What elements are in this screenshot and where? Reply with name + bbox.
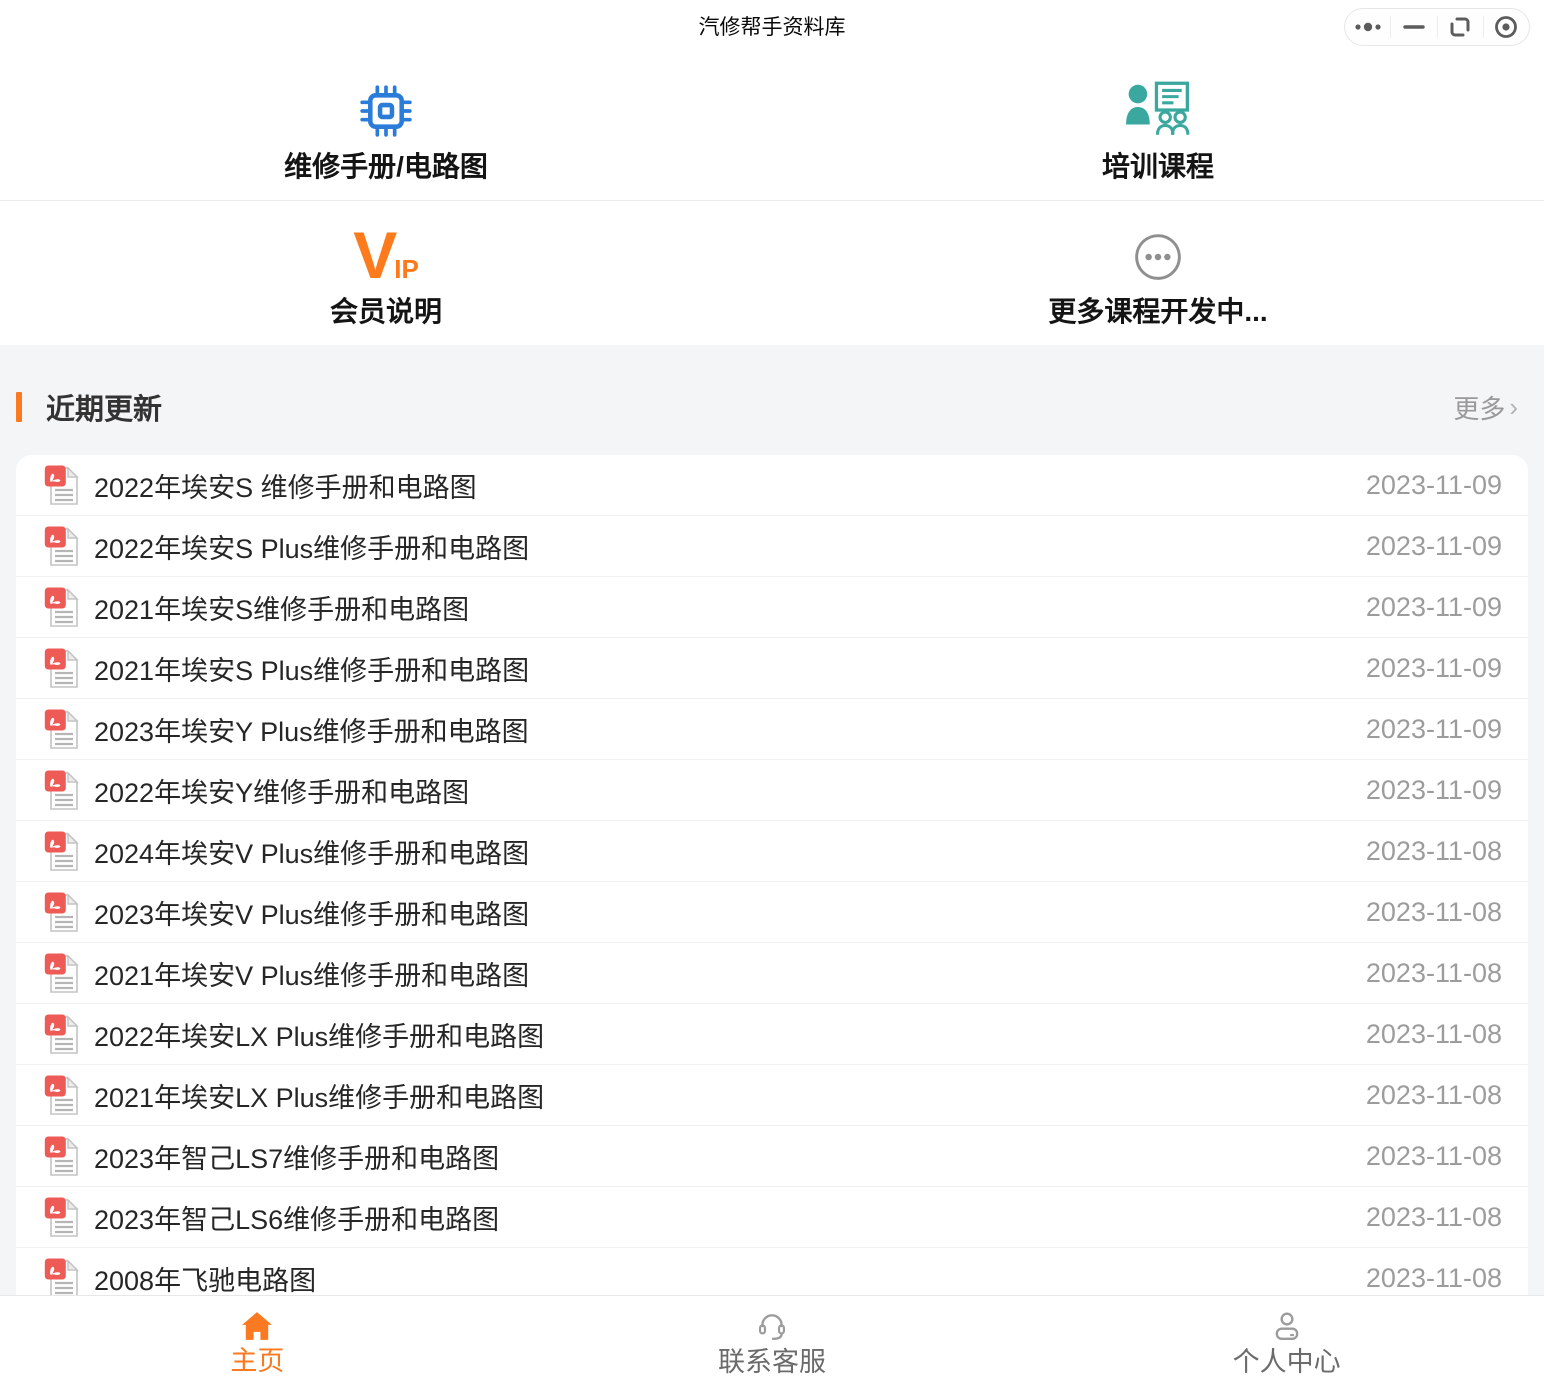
pdf-file-icon: [44, 1257, 80, 1299]
tab-profile[interactable]: 个人中心: [1029, 1296, 1544, 1390]
list-item[interactable]: 2021年埃安V Plus维修手册和电路图 2023-11-08: [16, 943, 1528, 1004]
list-item-date: 2023-11-08: [1366, 836, 1502, 867]
grid-item-training-courses[interactable]: 培训课程: [772, 55, 1544, 200]
pdf-file-icon: [44, 647, 80, 689]
close-button[interactable]: [1484, 9, 1529, 45]
pdf-file-icon: [44, 525, 80, 567]
section-title: 近期更新: [46, 386, 162, 428]
ellipsis-dots-icon: [1351, 14, 1385, 40]
tab-home[interactable]: 主页: [0, 1296, 515, 1390]
list-item[interactable]: 2021年埃安S维修手册和电路图 2023-11-09: [16, 577, 1528, 638]
list-item-title: 2022年埃安S Plus维修手册和电路图: [94, 527, 529, 566]
pdf-file-icon: [44, 464, 80, 506]
circle-dot-icon: [1492, 13, 1520, 41]
tab-label: 主页: [230, 1348, 284, 1375]
list-item-title: 2021年埃安LX Plus维修手册和电路图: [94, 1076, 544, 1115]
vip-icon: VIP: [353, 229, 419, 282]
list-item-title: 2008年飞驰电路图: [94, 1259, 316, 1298]
list-item[interactable]: 2023年智己LS7维修手册和电路图 2023-11-08: [16, 1126, 1528, 1187]
list-item[interactable]: 2023年埃安Y Plus维修手册和电路图 2023-11-09: [16, 699, 1528, 760]
restore-button[interactable]: [1438, 9, 1483, 45]
list-item-title: 2021年埃安S维修手册和电路图: [94, 588, 469, 627]
list-item-title: 2021年埃安V Plus维修手册和电路图: [94, 954, 529, 993]
list-item-title: 2023年埃安V Plus维修手册和电路图: [94, 893, 529, 932]
restore-corners-icon: [1447, 14, 1473, 40]
headset-icon: [756, 1310, 788, 1342]
pdf-file-icon: [44, 708, 80, 750]
list-item[interactable]: 2023年埃安V Plus维修手册和电路图 2023-11-08: [16, 882, 1528, 943]
list-item-date: 2023-11-08: [1366, 1080, 1502, 1111]
list-item-date: 2023-11-08: [1366, 958, 1502, 989]
list-item-title: 2022年埃安S 维修手册和电路图: [94, 466, 477, 505]
grid-item-repair-manuals[interactable]: 维修手册/电路图: [0, 55, 772, 200]
chevron-right-icon: ›: [1509, 392, 1518, 423]
list-item[interactable]: 2022年埃安S Plus维修手册和电路图 2023-11-09: [16, 516, 1528, 577]
titlebar: 汽修帮手资料库: [0, 0, 1544, 55]
recent-updates-header: 近期更新 更多 ›: [16, 345, 1528, 455]
more-link-label: 更多: [1453, 389, 1505, 426]
home-icon: [241, 1311, 273, 1341]
list-item[interactable]: 2024年埃安V Plus维修手册和电路图 2023-11-08: [16, 821, 1528, 882]
list-item-date: 2023-11-08: [1366, 1141, 1502, 1172]
chip-icon: [360, 85, 412, 137]
list-item-date: 2023-11-09: [1366, 470, 1502, 501]
grid-item-label: 维修手册/电路图: [284, 153, 488, 181]
list-item[interactable]: 2021年埃安S Plus维修手册和电路图 2023-11-09: [16, 638, 1528, 699]
tabbar: 主页 联系客服 个人中心: [0, 1295, 1544, 1390]
list-item-date: 2023-11-09: [1366, 653, 1502, 684]
grid-item-more-courses[interactable]: 更多课程开发中...: [772, 200, 1544, 345]
minimize-button[interactable]: [1391, 9, 1436, 45]
more-link[interactable]: 更多 ›: [1453, 389, 1518, 426]
list-item-date: 2023-11-09: [1366, 775, 1502, 806]
recent-updates-list: 2022年埃安S 维修手册和电路图 2023-11-09 2022年埃安S Pl…: [16, 455, 1528, 1390]
grid-item-label: 培训课程: [1102, 153, 1214, 181]
pdf-file-icon: [44, 1074, 80, 1116]
list-item-date: 2023-11-09: [1366, 592, 1502, 623]
tab-label: 联系客服: [718, 1349, 826, 1376]
list-item-title: 2022年埃安LX Plus维修手册和电路图: [94, 1015, 544, 1054]
list-item-title: 2024年埃安V Plus维修手册和电路图: [94, 832, 529, 871]
tab-label: 个人中心: [1233, 1349, 1341, 1376]
app-window: 汽修帮手资料库: [0, 0, 1544, 1390]
pdf-file-icon: [44, 586, 80, 628]
pdf-file-icon: [44, 1135, 80, 1177]
pdf-file-icon: [44, 1196, 80, 1238]
tab-contact-support[interactable]: 联系客服: [515, 1296, 1030, 1390]
list-rows: 2022年埃安S 维修手册和电路图 2023-11-09 2022年埃安S Pl…: [16, 455, 1528, 1309]
list-item-date: 2023-11-08: [1366, 1202, 1502, 1233]
training-people-icon: [1124, 81, 1192, 137]
ellipsis-circle-icon: [1133, 232, 1183, 282]
quick-actions-grid: 维修手册/电路图 培训课程: [0, 55, 1544, 345]
list-item[interactable]: 2022年埃安Y维修手册和电路图 2023-11-09: [16, 760, 1528, 821]
list-item-title: 2023年智己LS6维修手册和电路图: [94, 1198, 499, 1237]
list-item-date: 2023-11-09: [1366, 714, 1502, 745]
grid-item-label: 更多课程开发中...: [1048, 298, 1267, 326]
list-item[interactable]: 2022年埃安S 维修手册和电路图 2023-11-09: [16, 455, 1528, 516]
more-menu-button[interactable]: [1345, 9, 1390, 45]
user-icon: [1271, 1310, 1303, 1342]
list-item-date: 2023-11-08: [1366, 1263, 1502, 1294]
window-controls: [1344, 8, 1530, 46]
list-item[interactable]: 2023年智己LS6维修手册和电路图 2023-11-08: [16, 1187, 1528, 1248]
grid-item-label: 会员说明: [330, 298, 442, 326]
list-item-date: 2023-11-08: [1366, 897, 1502, 928]
list-item[interactable]: 2022年埃安LX Plus维修手册和电路图 2023-11-08: [16, 1004, 1528, 1065]
pdf-file-icon: [44, 952, 80, 994]
list-item-date: 2023-11-09: [1366, 531, 1502, 562]
minus-icon: [1401, 14, 1427, 40]
grid-item-membership-info[interactable]: VIP 会员说明: [0, 200, 772, 345]
list-item-title: 2023年埃安Y Plus维修手册和电路图: [94, 710, 529, 749]
pdf-file-icon: [44, 769, 80, 811]
list-item-title: 2023年智己LS7维修手册和电路图: [94, 1137, 499, 1176]
list-item[interactable]: 2021年埃安LX Plus维修手册和电路图 2023-11-08: [16, 1065, 1528, 1126]
pdf-file-icon: [44, 1013, 80, 1055]
page-title: 汽修帮手资料库: [0, 0, 1544, 55]
pdf-file-icon: [44, 830, 80, 872]
pdf-file-icon: [44, 891, 80, 933]
list-item-date: 2023-11-08: [1366, 1019, 1502, 1050]
list-item-title: 2022年埃安Y维修手册和电路图: [94, 771, 469, 810]
list-item-title: 2021年埃安S Plus维修手册和电路图: [94, 649, 529, 688]
section-accent-bar: [16, 392, 22, 422]
